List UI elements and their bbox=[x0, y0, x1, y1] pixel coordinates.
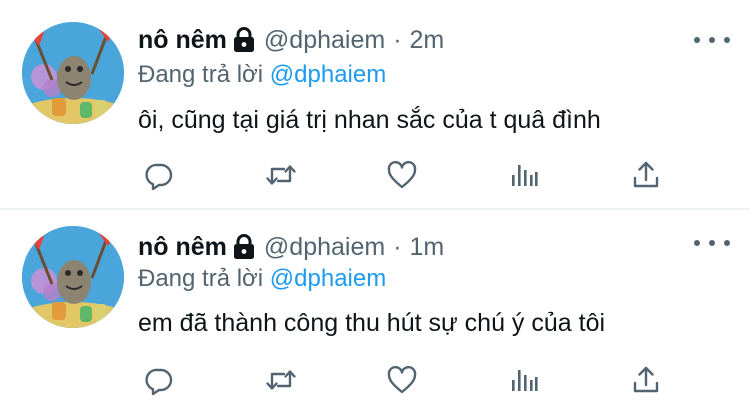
views-icon[interactable] bbox=[504, 155, 544, 195]
replying-to-mention[interactable]: @dphaiem bbox=[270, 265, 386, 292]
separator: · bbox=[393, 25, 402, 54]
lock-icon bbox=[232, 27, 256, 53]
separator: · bbox=[393, 232, 402, 261]
tweet[interactable]: nô nêm @dphaiem · 1m Đang trả lời @dphai… bbox=[0, 210, 750, 409]
replying-to: Đang trả lời @dphaiem bbox=[138, 263, 386, 295]
replying-to: Đang trả lời @dphaiem bbox=[138, 59, 386, 91]
replying-to-label: Đang trả lời bbox=[138, 265, 264, 292]
tweet-actions bbox=[138, 360, 678, 400]
share-icon[interactable] bbox=[626, 360, 666, 400]
timeline: nô nêm @dphaiem · 2m Đang trả lời @dphai… bbox=[0, 0, 750, 409]
like-icon[interactable] bbox=[382, 360, 422, 400]
tweet[interactable]: nô nêm @dphaiem · 2m Đang trả lời @dphai… bbox=[0, 0, 750, 208]
replying-to-label: Đang trả lời bbox=[138, 61, 264, 88]
share-icon[interactable] bbox=[626, 155, 666, 195]
avatar[interactable] bbox=[22, 226, 124, 328]
more-horizontal-icon[interactable] bbox=[694, 233, 730, 253]
reply-icon[interactable] bbox=[138, 155, 178, 195]
retweet-icon[interactable] bbox=[261, 360, 301, 400]
display-name[interactable]: nô nêm bbox=[138, 233, 227, 262]
avatar[interactable] bbox=[22, 22, 124, 124]
replying-to-mention[interactable]: @dphaiem bbox=[270, 61, 386, 88]
like-icon[interactable] bbox=[382, 155, 422, 195]
tweet-text: em đã thành công thu hút sự chú ý của tô… bbox=[138, 309, 606, 337]
views-icon[interactable] bbox=[504, 360, 544, 400]
tweet-header: nô nêm @dphaiem · 2m bbox=[138, 24, 444, 56]
timestamp[interactable]: 2m bbox=[410, 26, 445, 55]
more-horizontal-icon[interactable] bbox=[694, 30, 730, 50]
tweet-actions bbox=[138, 155, 678, 195]
timestamp[interactable]: 1m bbox=[410, 233, 445, 262]
tweet-text: ôi, cũng tại giá trị nhan sắc của t quâ … bbox=[138, 106, 601, 134]
reply-icon[interactable] bbox=[138, 360, 178, 400]
lock-icon bbox=[232, 234, 256, 260]
display-name[interactable]: nô nêm bbox=[138, 26, 227, 55]
tweet-header: nô nêm @dphaiem · 1m bbox=[138, 231, 444, 263]
handle[interactable]: @dphaiem bbox=[264, 233, 385, 262]
retweet-icon[interactable] bbox=[261, 155, 301, 195]
handle[interactable]: @dphaiem bbox=[264, 26, 385, 55]
